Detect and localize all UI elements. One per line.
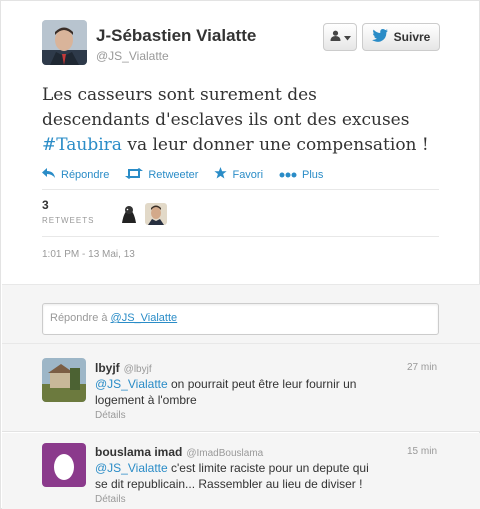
tweet-text-line3-rest: va leur donner une compensation ! — [121, 135, 429, 155]
author-avatar[interactable] — [42, 20, 87, 65]
reply-author-name: bouslama imad — [95, 445, 183, 459]
reply-input[interactable]: Répondre à @JS_Vialatte — [42, 303, 439, 335]
divider — [42, 189, 439, 190]
reply-placeholder: Répondre à — [50, 312, 111, 324]
retweet-stats[interactable]: 3 RETWEETS — [42, 198, 94, 225]
retweet-icon — [125, 167, 144, 182]
twitter-bird-icon — [371, 29, 388, 45]
reply-text: @JS_Vialatte c'est limite raciste pour u… — [95, 460, 405, 492]
tweet-text-line3: #Taubira va leur donner une compensation… — [42, 133, 462, 158]
reply-action[interactable]: Répondre — [42, 167, 109, 182]
reply-author-handle: @ImadBouslama — [186, 448, 264, 459]
user-actions-button[interactable] — [323, 23, 357, 51]
reply-avatar[interactable] — [42, 443, 86, 487]
star-icon — [214, 167, 228, 182]
retweet-count: 3 — [42, 198, 49, 212]
chevron-down-icon — [343, 28, 351, 46]
tweet-actions: Répondre Retweeter Favori Plus — [42, 167, 323, 182]
reply-author[interactable]: bouslama imad @ImadBouslama — [95, 445, 263, 459]
more-dots-icon — [279, 169, 297, 181]
user-icon — [330, 28, 341, 46]
hashtag-link[interactable]: #Taubira — [42, 135, 122, 155]
tweet-text: Les casseurs sont surement des descendan… — [42, 83, 462, 158]
retweet-label: Retweeter — [148, 168, 199, 181]
author-photo — [42, 20, 87, 65]
retweets-label: RETWEETS — [42, 216, 95, 225]
reply-text-line2: se dit republicain... Rassembler au lieu… — [95, 477, 363, 491]
reply-time[interactable]: 27 min — [407, 362, 437, 373]
more-action[interactable]: Plus — [279, 167, 323, 182]
reply-time[interactable]: 15 min — [407, 446, 437, 457]
divider — [42, 236, 439, 237]
favorite-action[interactable]: Favori — [214, 167, 263, 182]
reply-text-line2: logement à l'ombre — [95, 393, 197, 407]
reply-details-link[interactable]: Détails — [95, 410, 126, 421]
reply-text-rest: on pourrait peut être leur fournir un — [167, 377, 357, 391]
reply-avatar[interactable] — [42, 358, 86, 402]
reply-mention-link[interactable]: @JS_Vialatte — [95, 461, 168, 475]
retweeter-avatar[interactable] — [145, 203, 167, 225]
favorite-label: Favori — [232, 168, 264, 181]
retweeter-avatar[interactable] — [118, 203, 140, 225]
tweet-timestamp[interactable]: 1:01 PM - 13 Mai, 13 — [42, 249, 135, 260]
reply-label: Répondre — [61, 168, 110, 181]
tweet-text-line1: Les casseurs sont surement des — [42, 85, 317, 105]
reply-author-name: lbyjf — [95, 361, 120, 375]
reply-details-link[interactable]: Détails — [95, 494, 126, 505]
author-handle[interactable]: @JS_Vialatte — [96, 49, 169, 63]
tweet-text-line2: descendants d'esclaves ils ont des excus… — [42, 110, 410, 130]
reply-text-rest: c'est limite raciste pour un depute qui — [167, 461, 369, 475]
reply-mention-link[interactable]: @JS_Vialatte — [95, 377, 168, 391]
retweet-action[interactable]: Retweeter — [125, 167, 198, 182]
reply-mention: @JS_Vialatte — [110, 312, 178, 324]
tweet-card: J-Sébastien Vialatte @JS_Vialatte Suivre… — [0, 0, 480, 509]
reply-author-handle: @lbyjf — [123, 364, 152, 375]
follow-label: Suivre — [393, 30, 431, 44]
author-name[interactable]: J-Sébastien Vialatte — [96, 26, 256, 46]
more-label: Plus — [302, 168, 324, 181]
reply-icon — [42, 168, 56, 181]
follow-button[interactable]: Suivre — [362, 23, 440, 51]
reply-text: @JS_Vialatte on pourrait peut être leur … — [95, 376, 405, 408]
reply-author[interactable]: lbyjf @lbyjf — [95, 361, 152, 375]
